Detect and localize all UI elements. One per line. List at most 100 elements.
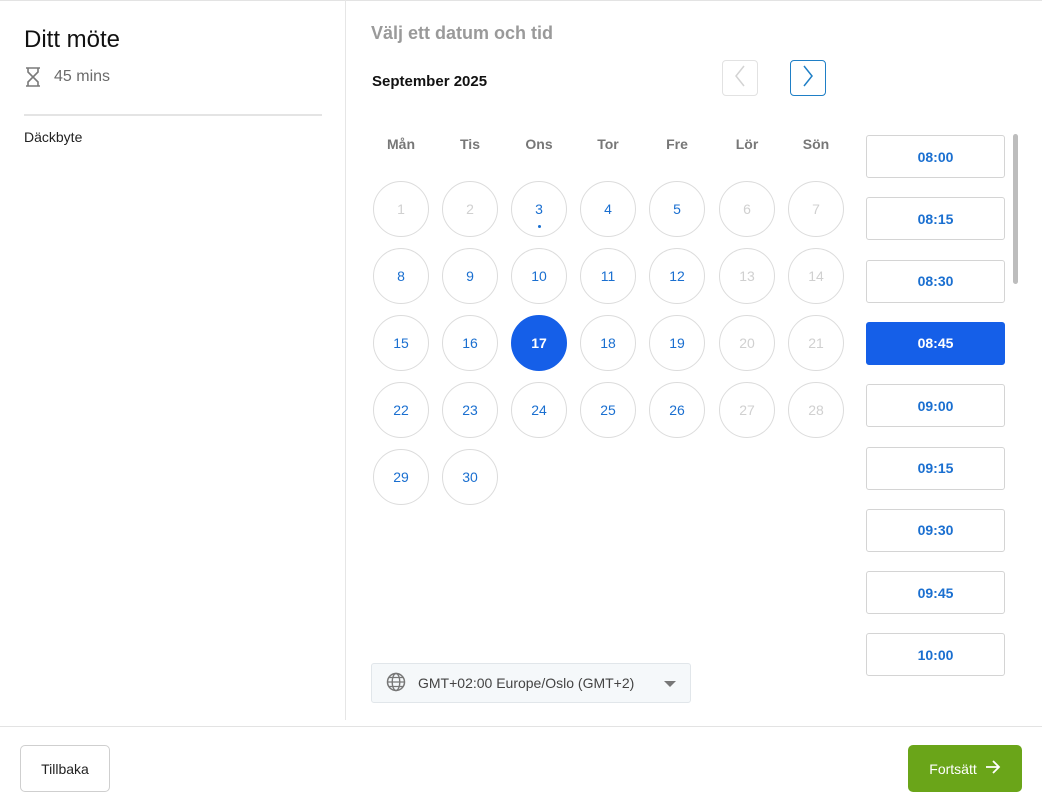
calendar-day: 13 bbox=[719, 248, 775, 304]
day-number: 22 bbox=[393, 402, 409, 418]
prev-month-button[interactable] bbox=[722, 60, 758, 96]
calendar-day: 2 bbox=[442, 181, 498, 237]
time-slot-button[interactable]: 09:00 bbox=[866, 384, 1005, 428]
day-number: 2 bbox=[466, 201, 474, 217]
day-number: 14 bbox=[808, 268, 824, 284]
calendar-day[interactable]: 3 bbox=[511, 181, 567, 237]
calendar-day: 1 bbox=[373, 181, 429, 237]
day-number: 3 bbox=[535, 201, 543, 217]
day-number: 9 bbox=[466, 268, 474, 284]
globe-icon bbox=[386, 672, 406, 695]
time-slot-scrollbar[interactable] bbox=[1013, 134, 1018, 284]
chevron-down-icon bbox=[664, 681, 676, 687]
calendar-day[interactable]: 11 bbox=[580, 248, 636, 304]
day-number: 18 bbox=[600, 335, 616, 351]
day-number: 15 bbox=[393, 335, 409, 351]
time-slot-button[interactable]: 09:30 bbox=[866, 508, 1005, 552]
footer-bar: Tillbaka Fortsätt bbox=[0, 726, 1042, 811]
back-button[interactable]: Tillbaka bbox=[20, 745, 110, 792]
day-number: 13 bbox=[739, 268, 755, 284]
day-number: 25 bbox=[600, 402, 616, 418]
calendar-day[interactable]: 15 bbox=[373, 315, 429, 371]
calendar-day[interactable]: 25 bbox=[580, 382, 636, 438]
time-slot-button[interactable]: 08:15 bbox=[866, 197, 1005, 241]
time-slot-button[interactable]: 10:00 bbox=[866, 633, 1005, 677]
calendar-day: 14 bbox=[788, 248, 844, 304]
arrow-right-icon bbox=[985, 760, 1001, 777]
calendar-day[interactable]: 12 bbox=[649, 248, 705, 304]
day-number: 11 bbox=[600, 268, 616, 284]
calendar-day: 6 bbox=[719, 181, 775, 237]
summary-divider bbox=[24, 114, 322, 116]
calendar-day: 21 bbox=[788, 315, 844, 371]
calendar-day: 28 bbox=[788, 382, 844, 438]
day-number: 29 bbox=[393, 469, 409, 485]
calendar-day[interactable]: 19 bbox=[649, 315, 705, 371]
time-slot-button[interactable]: 09:15 bbox=[866, 446, 1005, 490]
calendar-day: 27 bbox=[719, 382, 775, 438]
calendar-day[interactable]: 23 bbox=[442, 382, 498, 438]
time-slot-button[interactable]: 08:45 bbox=[866, 321, 1005, 365]
day-number: 10 bbox=[531, 268, 547, 284]
time-slot-list[interactable]: 08:00 08:15 08:30 08:45 09:00 09:15 09:30 09:45… bbox=[866, 134, 1006, 679]
hourglass-icon bbox=[24, 67, 42, 87]
day-number: 23 bbox=[462, 402, 478, 418]
calendar-day[interactable]: 18 bbox=[580, 315, 636, 371]
day-number: 20 bbox=[739, 335, 755, 351]
duration-label: 45 mins bbox=[54, 68, 111, 85]
day-number: 19 bbox=[669, 335, 685, 351]
next-month-button[interactable] bbox=[790, 60, 826, 96]
meeting-summary-panel: Ditt möte 45 mins Däckbyte bbox=[0, 0, 346, 720]
time-slot-button[interactable]: 08:30 bbox=[866, 259, 1005, 303]
continue-button[interactable]: Fortsätt bbox=[908, 745, 1022, 792]
day-number: 8 bbox=[397, 268, 405, 284]
weekday-label: Fre bbox=[666, 136, 688, 152]
day-number: 1 bbox=[397, 201, 405, 217]
chevron-left-icon bbox=[734, 65, 746, 92]
chevron-right-icon bbox=[802, 65, 814, 92]
day-number: 28 bbox=[808, 402, 824, 418]
day-number: 6 bbox=[743, 201, 751, 217]
month-label: September 2025 bbox=[372, 73, 488, 90]
day-number: 27 bbox=[739, 402, 755, 418]
calendar-day[interactable]: 30 bbox=[442, 449, 498, 505]
day-number: 21 bbox=[808, 335, 824, 351]
calendar-day[interactable]: 4 bbox=[580, 181, 636, 237]
calendar-day[interactable]: 29 bbox=[373, 449, 429, 505]
continue-label: Fortsätt bbox=[929, 760, 977, 777]
day-number: 26 bbox=[669, 402, 685, 418]
calendar-day[interactable]: 8 bbox=[373, 248, 429, 304]
time-slot-button[interactable]: 08:00 bbox=[866, 135, 1005, 178]
day-number: 30 bbox=[462, 469, 478, 485]
weekday-label: Tis bbox=[460, 136, 480, 152]
calendar-day: 7 bbox=[788, 181, 844, 237]
timezone-select[interactable]: GMT+02:00 Europe/Oslo (GMT+2) bbox=[371, 663, 691, 703]
calendar-day[interactable]: 22 bbox=[373, 382, 429, 438]
day-number: 24 bbox=[531, 402, 547, 418]
calendar-day: 20 bbox=[719, 315, 775, 371]
meeting-duration: 45 mins bbox=[24, 67, 110, 87]
calendar-day[interactable]: 26 bbox=[649, 382, 705, 438]
weekday-label: Lör bbox=[735, 136, 759, 152]
meeting-title: Ditt möte bbox=[24, 26, 121, 53]
calendar-day[interactable]: 5 bbox=[649, 181, 705, 237]
weekday-label: Tor bbox=[597, 136, 619, 152]
day-number: 16 bbox=[462, 335, 478, 351]
today-indicator bbox=[538, 225, 541, 228]
calendar-day[interactable]: 17 bbox=[511, 315, 567, 371]
day-number: 7 bbox=[812, 201, 820, 217]
day-number: 4 bbox=[604, 201, 612, 217]
time-slot-button[interactable]: 09:45 bbox=[866, 571, 1005, 615]
day-number: 17 bbox=[531, 335, 547, 351]
weekday-label: Ons bbox=[525, 136, 553, 152]
calendar-day[interactable]: 9 bbox=[442, 248, 498, 304]
service-name: Däckbyte bbox=[24, 129, 83, 145]
calendar-heading: Välj ett datum och tid bbox=[371, 23, 554, 43]
day-number: 12 bbox=[669, 268, 685, 284]
day-number: 5 bbox=[673, 201, 681, 217]
calendar-day[interactable]: 16 bbox=[442, 315, 498, 371]
calendar-day[interactable]: 24 bbox=[511, 382, 567, 438]
weekday-label: Sön bbox=[802, 136, 830, 152]
calendar-day[interactable]: 10 bbox=[511, 248, 567, 304]
weekday-label: Mån bbox=[387, 136, 415, 152]
